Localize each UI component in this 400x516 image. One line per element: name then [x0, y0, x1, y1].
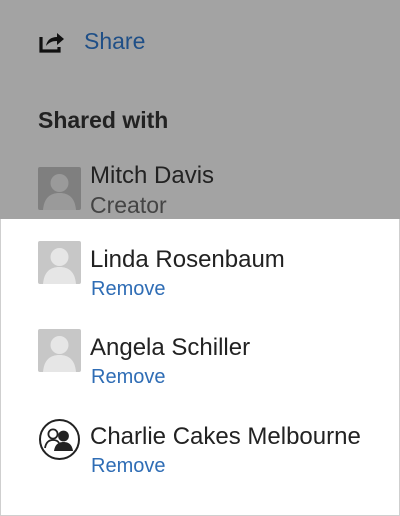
user-placeholder-icon [38, 167, 81, 210]
shared-with-heading: Shared with [38, 107, 169, 133]
remove-link[interactable]: Remove [91, 454, 165, 478]
dimmed-region: Share Shared with Mitch Davis Creator [0, 0, 400, 219]
user-name: Charlie Cakes Melbourne [90, 423, 361, 450]
creator-name: Mitch Davis [90, 162, 215, 189]
user-name: Angela Schiller [90, 334, 251, 361]
share-button[interactable]: Share [38, 27, 145, 55]
remove-link[interactable]: Remove [91, 277, 165, 301]
share-icon [39, 33, 64, 53]
remove-link[interactable]: Remove [91, 365, 165, 389]
user-placeholder-icon [38, 241, 81, 284]
user-placeholder-icon [38, 329, 81, 372]
user-name: Linda Rosenbaum [90, 246, 285, 273]
share-label: Share [84, 28, 146, 54]
creator-role: Creator [90, 192, 167, 218]
share-panel: Share Shared with Mitch Davis Creator Li… [0, 0, 400, 516]
group-icon [39, 419, 80, 460]
